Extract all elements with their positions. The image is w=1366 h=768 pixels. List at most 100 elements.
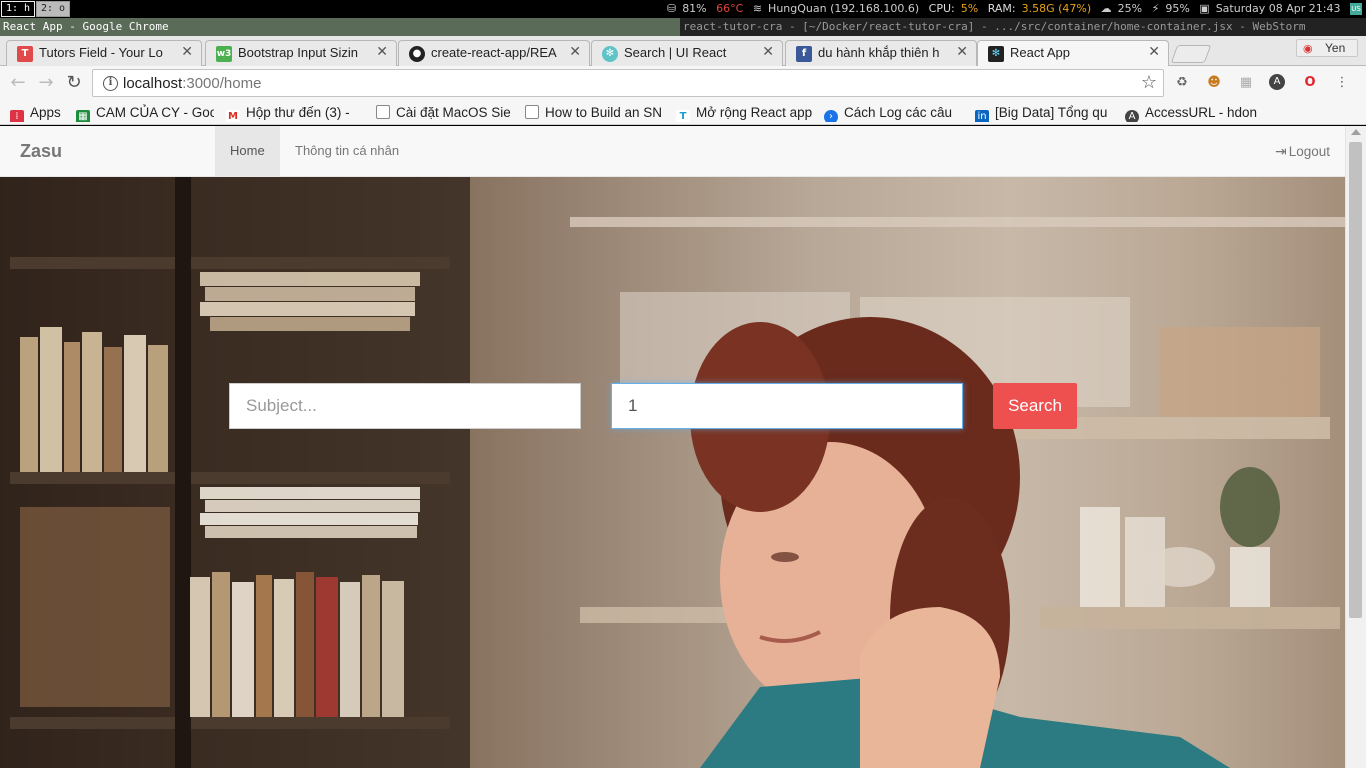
- page-viewport: Zasu Home Thông tin cá nhân ⇥ Logout Sub…: [0, 126, 1366, 768]
- workspace-2[interactable]: 2: o: [36, 1, 71, 17]
- bookmark-gmail[interactable]: M Hộp thư đến (3) -: [226, 104, 364, 122]
- tab-tutors-field[interactable]: T Tutors Field - Your Lo ✕: [6, 40, 202, 66]
- tab-title: create-react-app/REA: [431, 45, 557, 60]
- forward-arrow-icon[interactable]: →: [35, 72, 57, 94]
- terminal-icon: ›: [824, 110, 838, 122]
- apps-icon: ⁞: [10, 110, 24, 122]
- close-icon[interactable]: ✕: [181, 44, 193, 60]
- tab-title: Tutors Field - Your Lo: [39, 45, 163, 60]
- tab-title: Bootstrap Input Sizin: [238, 45, 358, 60]
- window-title-chrome[interactable]: React App - Google Chrome: [0, 18, 680, 36]
- window-titles: React App - Google Chrome react-tutor-cr…: [0, 18, 1366, 36]
- w3schools-icon: w3: [216, 46, 232, 62]
- grid-extension-icon[interactable]: ▦: [1237, 74, 1255, 92]
- accessurl-icon[interactable]: A: [1269, 74, 1285, 90]
- page-icon: [525, 105, 539, 119]
- nav-home[interactable]: Home: [215, 126, 280, 176]
- search-form: Search: [0, 177, 1345, 768]
- app-navbar: Zasu Home Thông tin cá nhân ⇥ Logout: [0, 126, 1345, 177]
- disk-icon: ⛁: [666, 2, 677, 15]
- bookmark-label: Cài đặt MacOS Sie: [396, 105, 511, 120]
- tab-title: Search | UI React: [624, 45, 727, 60]
- bookmark-label: Cách Log các câu: [844, 105, 953, 120]
- bookmark-label: AccessURL - hdon: [1145, 105, 1258, 120]
- close-icon[interactable]: ✕: [762, 44, 774, 60]
- subject-input[interactable]: [229, 383, 581, 429]
- close-icon[interactable]: ✕: [1148, 44, 1160, 60]
- page-icon: [376, 105, 390, 119]
- wifi-icon: ≋: [752, 2, 763, 15]
- bookmark-label: [Big Data] Tổng qu: [995, 105, 1108, 120]
- linkedin-icon: in: [975, 110, 989, 122]
- bookmark-how-to-build[interactable]: How to Build an SN: [525, 104, 663, 122]
- cpu-value: 5%: [960, 2, 979, 15]
- bookmark-macos[interactable]: Cài đặt MacOS Sie: [376, 104, 512, 122]
- url-path: :3000/home: [182, 75, 262, 92]
- bookmark-mo-rong-react[interactable]: T Mở rộng React app: [676, 104, 814, 122]
- close-icon[interactable]: ✕: [956, 44, 968, 60]
- bookmark-cach-log[interactable]: › Cách Log các câu: [824, 104, 960, 122]
- github-icon: ●: [409, 46, 425, 62]
- status-blocks: ⛁ 81% 66°C ≋ HungQuan (192.168.100.6) CPU:…: [661, 0, 1362, 18]
- profile-icon: ◉: [1303, 43, 1313, 55]
- wifi-status: HungQuan (192.168.100.6): [768, 2, 920, 15]
- window-title-webstorm[interactable]: react-tutor-cra - [~/Docker/react-tutor-…: [680, 18, 1366, 36]
- recycle-icon[interactable]: ♻: [1173, 74, 1191, 92]
- keyboard-layout[interactable]: US: [1350, 3, 1362, 15]
- reload-icon[interactable]: ↻: [63, 72, 85, 94]
- react-icon: ✻: [988, 46, 1004, 62]
- bookmark-star-icon[interactable]: ☆: [1141, 72, 1157, 93]
- tab-create-react-app[interactable]: ● create-react-app/REA ✕: [398, 40, 590, 66]
- address-bar[interactable]: i localhost:3000/home ☆: [92, 69, 1164, 97]
- facebook-icon: f: [796, 46, 812, 62]
- bookmark-icon: T: [676, 110, 690, 122]
- workspace-1[interactable]: 1: h: [1, 1, 36, 17]
- bookmark-accessurl[interactable]: A AccessURL - hdon: [1125, 104, 1263, 122]
- logout-link[interactable]: ⇥ Logout: [1275, 126, 1330, 176]
- url-text[interactable]: localhost:3000/home: [123, 75, 261, 92]
- close-icon[interactable]: ✕: [569, 44, 581, 60]
- tab-title: du hành khắp thiên h: [818, 45, 940, 60]
- new-tab-button[interactable]: [1170, 45, 1212, 63]
- tab-bootstrap-input[interactable]: w3 Bootstrap Input Sizin ✕: [205, 40, 397, 66]
- info-icon[interactable]: i: [103, 76, 118, 91]
- profile-name: Yen: [1325, 41, 1346, 55]
- nav-profile-info[interactable]: Thông tin cá nhân: [280, 126, 414, 176]
- ram-value: 3.58G (47%): [1021, 2, 1092, 15]
- disk-usage: 81%: [682, 2, 707, 15]
- back-arrow-icon[interactable]: ←: [7, 72, 29, 94]
- scroll-up-arrow-icon[interactable]: [1351, 129, 1361, 135]
- cloud-icon: ☁: [1100, 2, 1112, 15]
- search-button[interactable]: Search: [993, 383, 1077, 429]
- bookmark-label: Hộp thư đến (3) -: [246, 105, 350, 120]
- app-brand[interactable]: Zasu: [20, 141, 62, 162]
- tab-facebook[interactable]: f du hành khắp thiên h ✕: [785, 40, 977, 66]
- logout-label: Logout: [1288, 144, 1330, 159]
- bookmark-apps[interactable]: ⁞ Apps: [10, 104, 70, 122]
- bookmark-big-data[interactable]: in [Big Data] Tổng qu: [975, 104, 1113, 122]
- url-host: localhost: [123, 75, 183, 92]
- scroll-thumb[interactable]: [1349, 142, 1362, 618]
- bookmark-label: CAM CỦA CY - Goo: [96, 105, 214, 120]
- system-status-bar: 1: h 2: o ⛁ 81% 66°C ≋ HungQuan (192.168.1…: [0, 0, 1366, 18]
- extension-badge-icon[interactable]: ☻: [1205, 74, 1223, 92]
- opera-icon[interactable]: O: [1301, 74, 1319, 92]
- hero-background-image: Search: [0, 177, 1345, 768]
- datetime: Saturday 08 Apr 21:43: [1215, 2, 1341, 15]
- sheets-icon: ▦: [76, 110, 90, 122]
- bookmark-cam-cua-cy[interactable]: ▦ CAM CỦA CY - Goo: [76, 104, 214, 122]
- battery-value: 95%: [1165, 2, 1190, 15]
- tab-react-app[interactable]: ✻ React App ✕: [977, 40, 1169, 67]
- tab-strip: T Tutors Field - Your Lo ✕ w3 Bootstrap …: [0, 36, 1366, 67]
- close-icon[interactable]: ✕: [376, 44, 388, 60]
- bookmarks-bar: ⁞ Apps ▦ CAM CỦA CY - Goo M Hộp thư đến (3)…: [0, 101, 1366, 125]
- battery-icon: ⚡: [1151, 2, 1160, 15]
- logout-icon: ⇥: [1274, 143, 1287, 159]
- bookmark-label: Apps: [30, 105, 61, 120]
- level-input[interactable]: [611, 383, 963, 429]
- page-scrollbar[interactable]: [1345, 126, 1366, 768]
- menu-dots-icon[interactable]: ⋮: [1333, 74, 1351, 92]
- profile-button[interactable]: ◉ Yen: [1296, 39, 1358, 57]
- tab-ui-react[interactable]: ✻ Search | UI React ✕: [591, 40, 783, 66]
- cpu-label: CPU:: [928, 2, 955, 15]
